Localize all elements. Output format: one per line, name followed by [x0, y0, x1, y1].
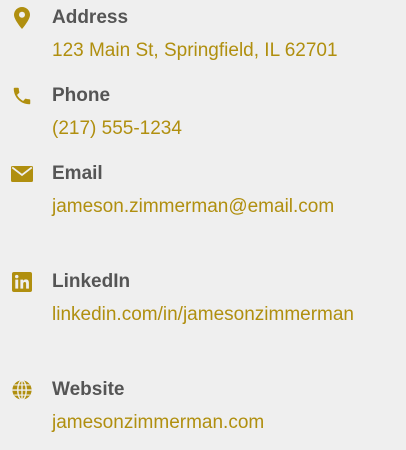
linkedin-icon — [10, 270, 34, 294]
linkedin-value[interactable]: linkedin.com/in/jamesonzimmerman — [52, 300, 398, 329]
linkedin-label: LinkedIn — [52, 271, 131, 292]
globe-icon — [10, 378, 34, 402]
phone-icon — [10, 84, 34, 108]
phone-value: (217) 555-1234 — [52, 118, 182, 139]
contact-list: Address 123 Main St, Springfield, IL 627… — [0, 0, 406, 450]
envelope-icon — [10, 162, 34, 186]
email-label: Email — [52, 163, 103, 184]
map-pin-icon — [10, 6, 34, 30]
phone-label: Phone — [52, 85, 111, 106]
website-value[interactable]: jamesonzimmerman.com — [52, 408, 398, 437]
address-value: 123 Main St, Springfield, IL 62701 — [52, 40, 338, 61]
email-value: jameson.zimmerman@email.com — [52, 196, 335, 217]
website-label: Website — [52, 379, 125, 400]
address-label: Address — [52, 7, 129, 28]
